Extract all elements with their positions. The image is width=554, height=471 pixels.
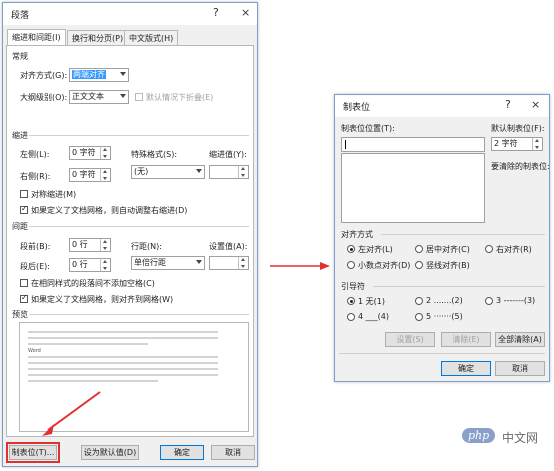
- tabs-ok-button[interactable]: 确定: [441, 361, 491, 376]
- buttons-divider: [339, 353, 545, 354]
- leader-divider: [373, 286, 545, 287]
- watermark-text: 中文网: [502, 431, 539, 445]
- leader-middots-radio[interactable]: [415, 313, 423, 321]
- tabs-to-clear-label: 要清除的制表位:: [491, 162, 550, 171]
- alignment-divider: [381, 234, 545, 235]
- leader-dots-radio[interactable]: [415, 297, 423, 305]
- leader-middots-label: 5 ·······(5): [426, 312, 463, 321]
- set-tab-button[interactable]: 设置(S): [385, 332, 435, 347]
- leader-none-label: 1 无(1): [358, 297, 385, 306]
- clear-tab-button[interactable]: 清除(E): [441, 332, 491, 347]
- align-center-radio[interactable]: [415, 245, 423, 253]
- align-left-radio[interactable]: [347, 245, 355, 253]
- align-left-label: 左对齐(L): [358, 245, 393, 254]
- php-logo: php: [462, 428, 496, 443]
- leader-dashes-radio[interactable]: [485, 297, 493, 305]
- tabs-dialog-title: 制表位: [343, 103, 371, 113]
- default-tab-input[interactable]: 2 字符: [491, 137, 543, 151]
- tabs-dialog: 制表位 ? × 制表位位置(T): 默认制表位(F): 2 字符 要清除的制表位…: [334, 94, 550, 382]
- text-caret: [345, 140, 346, 149]
- align-bar-radio[interactable]: [415, 261, 423, 269]
- clear-all-button[interactable]: 全部清除(A): [495, 332, 545, 347]
- default-tab-label: 默认制表位(F):: [491, 124, 545, 133]
- align-right-radio[interactable]: [485, 245, 493, 253]
- close-icon[interactable]: ×: [531, 98, 540, 111]
- align-decimal-radio[interactable]: [347, 261, 355, 269]
- help-icon[interactable]: ?: [505, 98, 511, 111]
- leader-underline-radio[interactable]: [347, 313, 355, 321]
- align-center-label: 居中对齐(C): [426, 245, 470, 254]
- align-right-label: 右对齐(R): [496, 245, 532, 254]
- tabs-dialog-titlebar: 制表位 ? ×: [335, 95, 549, 117]
- tab-position-label: 制表位位置(T):: [341, 124, 395, 133]
- leader-dashes-label: 3 -------(3): [496, 296, 536, 305]
- align-bar-label: 竖线对齐(B): [426, 261, 470, 270]
- leader-underline-label: 4 ___(4): [358, 312, 389, 321]
- alignment-section-title: 对齐方式: [341, 230, 373, 239]
- horizontal-arrow-head: [320, 262, 330, 270]
- tab-position-list[interactable]: [341, 153, 485, 223]
- leader-section-title: 引导符: [341, 282, 365, 291]
- tab-position-input[interactable]: [341, 137, 485, 152]
- leader-dots-label: 2 .......(2): [426, 296, 463, 305]
- leader-none-radio[interactable]: [347, 297, 355, 305]
- tabs-cancel-button[interactable]: 取消: [495, 361, 545, 376]
- default-tab-value: 2 字符: [494, 139, 518, 148]
- spinner-icon[interactable]: [532, 138, 542, 150]
- align-decimal-label: 小数点对齐(D): [358, 261, 411, 270]
- diagonal-arrow-line: [47, 391, 101, 431]
